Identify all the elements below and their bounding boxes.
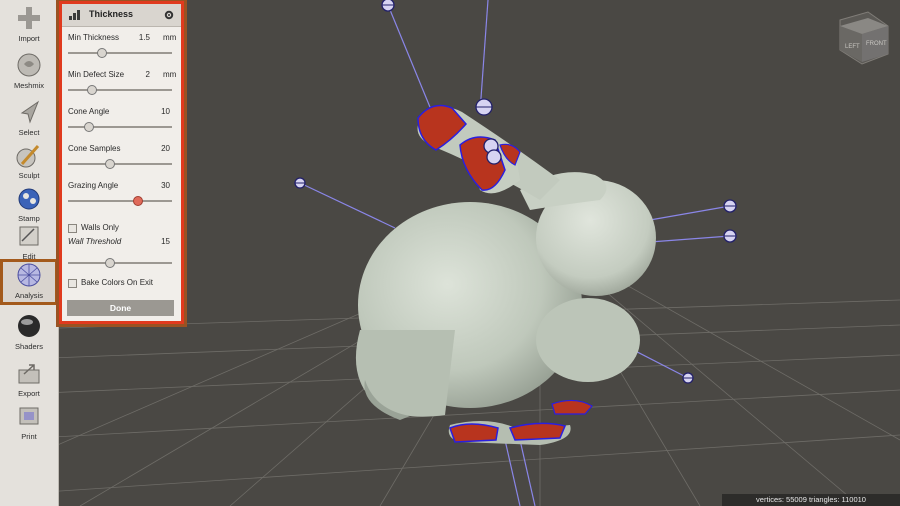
param-value[interactable]: 10 (146, 107, 170, 116)
view-cube-front-label[interactable]: FRONT (866, 41, 887, 47)
slider-track[interactable] (68, 89, 172, 91)
tool-print-button[interactable]: Print (0, 400, 58, 446)
param-value[interactable]: 30 (146, 181, 170, 190)
plus-icon (18, 7, 40, 29)
param-label: Cone Samples (68, 144, 121, 153)
walls-only-checkbox[interactable]: Walls Only (68, 223, 178, 235)
tool-shaders-button[interactable]: Shaders (0, 310, 58, 356)
param-value[interactable]: 20 (146, 144, 170, 153)
slider-handle[interactable] (83, 122, 94, 132)
left-toolbar: Import Meshmix Select Sculpt Stamp Edit … (0, 0, 59, 506)
checkbox-box[interactable] (68, 279, 77, 288)
slider-handle[interactable] (86, 85, 97, 95)
panel-title: Thickness (89, 9, 134, 19)
brush-icon (16, 145, 40, 168)
slider-handle[interactable] (97, 48, 108, 58)
param-min-defect-size: Min Defect Size 2 mm (62, 70, 181, 104)
param-wall-threshold: Wall Threshold 15 (62, 237, 181, 271)
tool-import-label: Import (18, 34, 40, 43)
done-button[interactable]: Done (67, 300, 174, 316)
slider-track[interactable] (68, 52, 172, 54)
tool-select-button[interactable]: Select (0, 96, 58, 142)
param-value[interactable]: 1.5 (126, 33, 150, 42)
printer-icon (19, 407, 39, 425)
param-unit: mm (163, 33, 177, 42)
tool-meshmix-button[interactable]: Meshmix (0, 49, 58, 95)
slider-track[interactable] (68, 200, 172, 202)
thickness-chart-icon (69, 10, 80, 20)
slider-handle[interactable] (132, 196, 143, 206)
param-value[interactable]: 15 (146, 237, 170, 246)
param-label: Wall Threshold (68, 237, 122, 246)
slider-track[interactable] (68, 163, 172, 165)
export-icon (18, 364, 40, 384)
select-arrow-icon (20, 100, 40, 124)
tool-analysis-button[interactable]: Analysis (0, 259, 58, 305)
shader-sphere-icon (18, 315, 40, 337)
slider-track[interactable] (68, 262, 172, 264)
bake-colors-label: Bake Colors On Exit (81, 278, 154, 287)
tool-export-button[interactable]: Export (0, 357, 58, 403)
analysis-sphere-icon (17, 263, 41, 287)
tool-sculpt-button[interactable]: Sculpt (0, 139, 58, 185)
tool-import-button[interactable]: Import (0, 2, 58, 48)
param-grazing-angle: Grazing Angle 30 (62, 181, 181, 215)
panel-header: Thickness (62, 4, 181, 27)
tool-print-label: Print (21, 432, 37, 441)
param-min-thickness: Min Thickness 1.5 mm (62, 33, 181, 67)
checkbox-box[interactable] (68, 224, 77, 233)
param-label: Min Defect Size (68, 70, 125, 79)
gear-icon[interactable] (164, 10, 174, 20)
stamp-icon (18, 188, 40, 210)
mesh-stats-status: vertices: 55009 triangles: 110010 (722, 494, 900, 506)
slider-handle[interactable] (104, 258, 115, 268)
walls-only-label: Walls Only (81, 223, 119, 232)
tool-analysis-label: Analysis (15, 291, 43, 300)
thickness-panel: Thickness Min Thickness 1.5 mm Min Defec… (59, 1, 184, 324)
param-label: Min Thickness (68, 33, 119, 42)
param-label: Cone Angle (68, 107, 110, 116)
param-value[interactable]: 2 (126, 70, 150, 79)
meshmix-icon (17, 53, 41, 77)
view-cube-left-label[interactable]: LEFT (845, 44, 860, 50)
edit-icon (19, 226, 39, 246)
tool-export-label: Export (18, 389, 40, 398)
param-label: Grazing Angle (68, 181, 119, 190)
tool-meshmix-label: Meshmix (13, 81, 44, 90)
tool-sculpt-label: Sculpt (18, 171, 40, 180)
slider-handle[interactable] (104, 159, 115, 169)
param-cone-samples: Cone Samples 20 (62, 144, 181, 178)
bake-colors-checkbox[interactable]: Bake Colors On Exit (68, 278, 178, 290)
param-unit: mm (163, 70, 177, 79)
param-cone-angle: Cone Angle 10 (62, 107, 181, 141)
tool-shaders-label: Shaders (15, 342, 43, 351)
tool-select-label: Select (18, 128, 40, 137)
